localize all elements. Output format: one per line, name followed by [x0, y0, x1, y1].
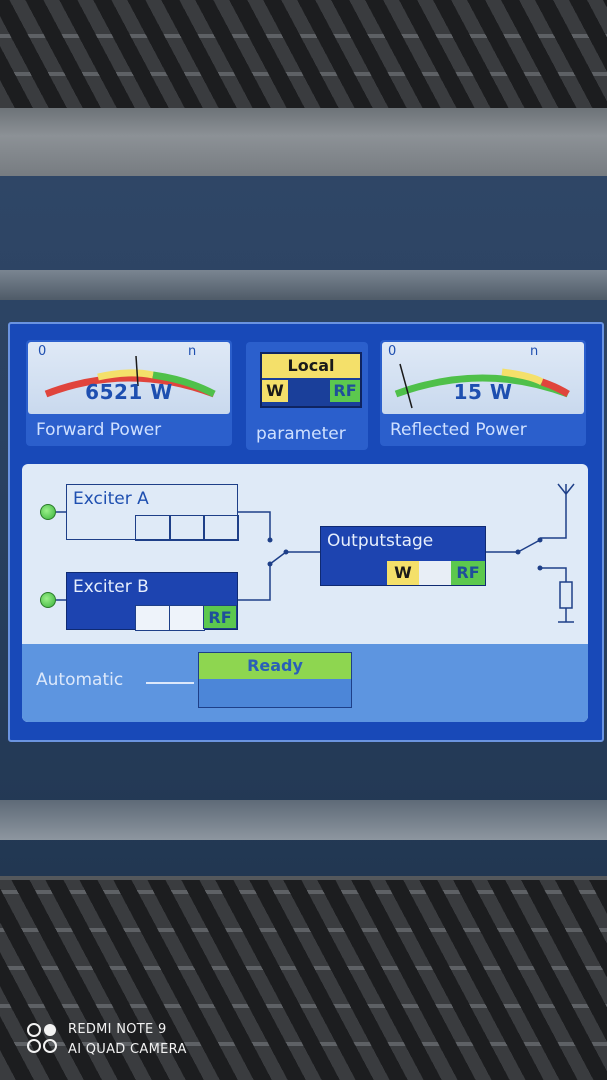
exciter-b-name: Exciter B: [73, 577, 149, 597]
parameter-panel[interactable]: Local W RF parameter: [246, 342, 368, 450]
reflected-power-value: 15 W: [453, 380, 513, 404]
frame-ridge: [0, 270, 607, 300]
exciter-b-cell-2: [169, 605, 205, 631]
camera-logo-icon: [27, 1023, 57, 1053]
exciter-b-rf-tag: RF: [203, 605, 237, 629]
outputstage-rf-tag: RF: [451, 561, 485, 585]
outputstage-module[interactable]: Outputstage W RF: [320, 526, 486, 586]
outputstage-w-tag: W: [387, 561, 419, 585]
signal-path-panel: Exciter A Exciter B RF Outputstage W RF …: [22, 464, 588, 722]
forward-power-value: 6521 W: [85, 380, 173, 404]
forward-scale-max: n: [188, 344, 197, 359]
frame-ridge-lower: [0, 800, 607, 840]
watermark-line-2: AI QUAD CAMERA: [68, 1042, 187, 1057]
exciter-b-cell-1: [135, 605, 171, 631]
reflected-scale-max: n: [530, 344, 539, 359]
forward-power-meter[interactable]: 0 n 6521 W Forward Power: [26, 340, 232, 446]
status-bar: Automatic Ready: [22, 644, 588, 722]
reflected-power-meter[interactable]: 0 n 15 W Reflected Power: [380, 340, 586, 446]
exciter-b-led: [40, 592, 56, 608]
outputstage-name: Outputstage: [327, 531, 434, 551]
forward-power-label: Forward Power: [36, 420, 162, 440]
reflected-power-label: Reflected Power: [390, 420, 527, 440]
forward-scale-min: 0: [38, 344, 47, 359]
exciter-b-module[interactable]: Exciter B RF: [66, 572, 238, 631]
exciter-a-cell-1: [135, 515, 171, 541]
transmitter-display: 0 n 6521 W Forward Power Local W RF para…: [8, 322, 604, 742]
outputstage-blank-cell: [419, 561, 451, 585]
top-vent-grille: [0, 0, 607, 110]
local-mode-badge: Local: [262, 354, 360, 378]
automatic-connector-line: [146, 682, 194, 684]
exciter-a-name: Exciter A: [73, 489, 149, 509]
parameter-rf-tag: RF: [330, 380, 360, 402]
automatic-mode-label: Automatic: [36, 670, 124, 690]
parameter-label: parameter: [256, 424, 346, 444]
ready-status-box[interactable]: Ready: [198, 652, 352, 708]
watermark-line-1: REDMI NOTE 9: [68, 1022, 167, 1037]
device-bezel: [0, 108, 607, 178]
exciter-a-module[interactable]: Exciter A: [66, 484, 239, 541]
exciter-a-cell-3: [203, 515, 239, 541]
reflected-meter-face: 0 n 15 W: [382, 342, 584, 414]
parameter-w-tag: W: [262, 380, 288, 402]
parameter-status-box: Local W RF: [260, 352, 362, 408]
ready-status-text: Ready: [199, 653, 351, 679]
exciter-a-cell-2: [169, 515, 205, 541]
reflected-scale-min: 0: [388, 344, 397, 359]
forward-meter-face: 0 n 6521 W: [28, 342, 230, 414]
exciter-a-led: [40, 504, 56, 520]
